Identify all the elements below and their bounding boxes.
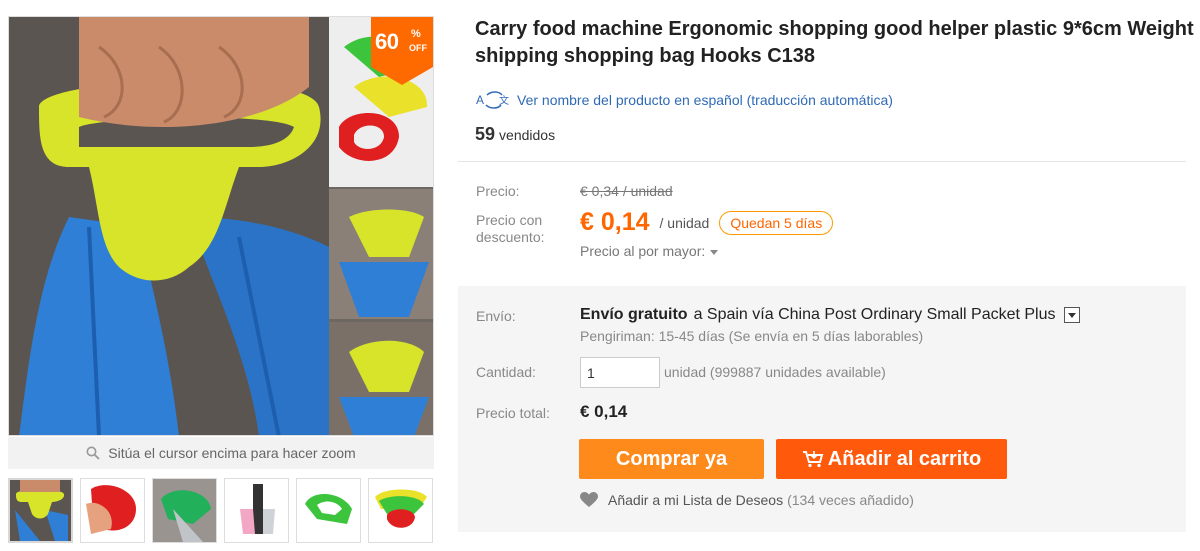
thumbnail-6[interactable] bbox=[368, 478, 433, 543]
thumbnail-1[interactable] bbox=[8, 478, 73, 543]
free-shipping: Envío gratuito bbox=[580, 306, 688, 323]
chevron-down-icon bbox=[710, 249, 719, 255]
heart-icon bbox=[580, 492, 598, 507]
purchase-panel: Envío: Envío gratuito a Spain vía China … bbox=[458, 286, 1186, 532]
add-to-cart-label: Añadir al carrito bbox=[827, 447, 982, 470]
zoom-hint: Sitúa el cursor encima para hacer zoom bbox=[8, 437, 434, 469]
thumbnail-2-image bbox=[81, 479, 144, 542]
price-label: Precio: bbox=[476, 183, 520, 199]
translate-link-text[interactable]: Ver nombre del producto en español (trad… bbox=[517, 92, 893, 108]
svg-text:A: A bbox=[476, 93, 484, 107]
thumbnail-3-image bbox=[153, 479, 216, 542]
buy-now-label: Comprar ya bbox=[615, 447, 728, 470]
shipping-method: Envío gratuito a Spain vía China Post Or… bbox=[580, 306, 1080, 324]
cart-icon bbox=[802, 451, 824, 468]
shipping-label: Envío: bbox=[476, 308, 516, 324]
shipping-dropdown-icon[interactable] bbox=[1063, 307, 1080, 323]
badge-off: OFF bbox=[409, 43, 427, 53]
shipping-destination: a Spain vía China Post Ordinary Small Pa… bbox=[693, 306, 1056, 323]
sold-count: 59 vendidos bbox=[475, 124, 1200, 145]
discount-price-label: Precio con descuento: bbox=[476, 212, 545, 245]
sold-label: vendidos bbox=[499, 127, 556, 143]
thumbnail-3[interactable] bbox=[152, 478, 217, 543]
sold-number: 59 bbox=[475, 124, 496, 144]
wholesale-price-toggle[interactable]: Precio al por mayor: bbox=[580, 243, 719, 259]
product-title-line2: shipping shopping bag Hooks C138 bbox=[475, 45, 816, 67]
thumbnail-5-image bbox=[297, 479, 360, 542]
zoom-hint-text: Sitúa el cursor encima para hacer zoom bbox=[108, 445, 356, 461]
translate-icon: A 文 bbox=[476, 91, 509, 109]
thumbnail-4-image bbox=[225, 479, 288, 542]
quantity-label: Cantidad: bbox=[476, 364, 536, 380]
original-price: € 0,34 / unidad bbox=[580, 183, 673, 199]
product-title-line1: Carry food machine Ergonomic shopping go… bbox=[475, 18, 1194, 40]
discount-price-row: € 0,14 / unidad Quedan 5 días bbox=[580, 208, 834, 237]
product-info: Carry food machine Ergonomic shopping go… bbox=[458, 0, 1200, 532]
thumbnail-4[interactable] bbox=[224, 478, 289, 543]
magnifier-icon bbox=[86, 446, 100, 460]
quantity-unit: unidad (999887 unidades available) bbox=[664, 364, 886, 380]
product-title: Carry food machine Ergonomic shopping go… bbox=[475, 16, 1200, 70]
add-to-cart-button[interactable]: Añadir al carrito bbox=[776, 439, 1007, 479]
discount-unit: / unidad bbox=[659, 214, 710, 231]
wishlist-link[interactable]: Añadir a mi Lista de Deseos (134 veces a… bbox=[580, 492, 914, 508]
wholesale-label: Precio al por mayor: bbox=[580, 243, 706, 259]
total-price-label: Precio total: bbox=[476, 405, 550, 421]
thumbnail-6-image bbox=[369, 479, 432, 542]
translate-link[interactable]: A 文 Ver nombre del producto en español (… bbox=[475, 90, 1200, 110]
thumbnail-2[interactable] bbox=[80, 478, 145, 543]
divider bbox=[458, 161, 1186, 162]
buy-now-button[interactable]: Comprar ya bbox=[579, 439, 764, 479]
remaining-days-badge: Quedan 5 días bbox=[719, 210, 834, 235]
shipping-estimate: Pengiriman: 15-45 días (Se envía en 5 dí… bbox=[580, 328, 924, 344]
wishlist-label[interactable]: Añadir a mi Lista de Deseos bbox=[608, 492, 783, 508]
discount-badge: 60 % OFF bbox=[371, 17, 433, 85]
badge-percent-sign: % bbox=[411, 28, 421, 40]
badge-percent: 60 bbox=[375, 29, 399, 54]
product-gallery: 60 % OFF Sitúa el cursor encima para hac… bbox=[8, 16, 434, 543]
wishlist-count: (134 veces añadido) bbox=[787, 492, 914, 508]
svg-text:文: 文 bbox=[499, 94, 509, 107]
discount-price: € 0,14 bbox=[580, 208, 650, 236]
thumbnail-1-image bbox=[10, 480, 71, 541]
thumbnail-5[interactable] bbox=[296, 478, 361, 543]
main-product-image[interactable]: 60 % OFF bbox=[8, 16, 434, 436]
thumbnail-strip bbox=[8, 478, 434, 543]
quantity-input[interactable] bbox=[580, 357, 660, 388]
total-price: € 0,14 bbox=[580, 402, 628, 421]
